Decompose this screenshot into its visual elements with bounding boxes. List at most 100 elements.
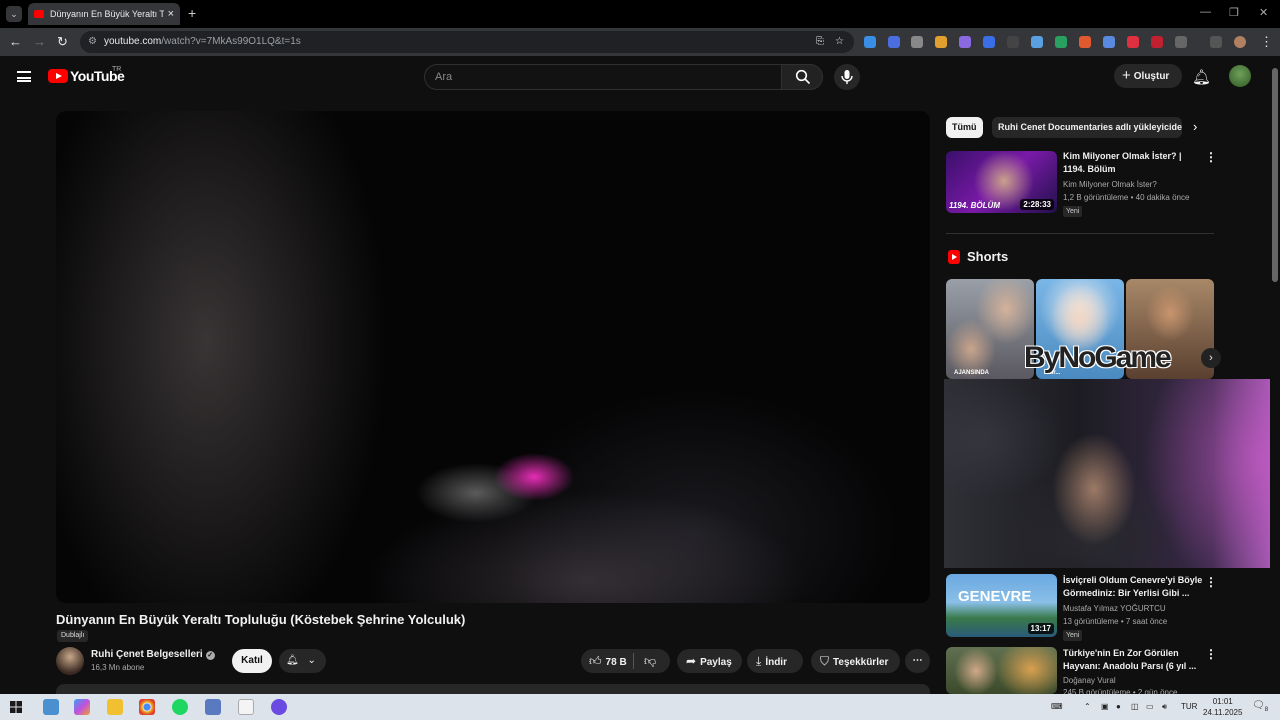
tray-mic-icon[interactable]: ● [1116,702,1121,711]
search-icon [795,69,811,85]
adblock-icon[interactable] [1127,36,1139,48]
taskbar-app-icon[interactable] [43,699,59,715]
video-thumbnail[interactable]: 1194. BÖLÜM 2:28:33 [946,151,1057,213]
chrome-icon[interactable] [139,699,155,715]
scrollbar-thumb[interactable] [1272,68,1278,282]
extension-icon[interactable] [935,36,947,48]
video-thumbnail[interactable] [946,647,1057,694]
extension-icon[interactable] [959,36,971,48]
taskbar-app-icon[interactable] [271,699,287,715]
video-title[interactable]: Türkiye'nin En Zor Görülen Hayvanı: Anad… [1063,647,1203,673]
tray-overflow-icon[interactable]: ⌃ [1084,702,1091,711]
site-info-icon[interactable]: ⚙ [88,31,97,53]
taskbar-app-icon[interactable] [205,699,221,715]
extension-icon[interactable] [1055,36,1067,48]
video-title[interactable]: Kim Milyoner Olmak İster? | 1194. Bölüm [1063,150,1203,176]
windows-start-icon[interactable] [10,701,22,713]
extension-icon[interactable] [1007,36,1019,48]
new-badge: Yeni [1063,630,1083,641]
video-player[interactable] [56,111,930,603]
video-thumbnail[interactable]: GENEVRE 13:17 [946,574,1057,637]
more-vertical-icon[interactable]: ⋮ [1205,575,1217,589]
shorts-logo-icon [948,250,960,264]
account-avatar[interactable] [1229,65,1251,87]
share-label: Paylaş [700,657,732,668]
reload-icon[interactable]: ↻ [57,34,68,50]
browser-menu-icon[interactable]: ⋮ [1260,34,1273,50]
dislike-button[interactable]: 👎︎ [634,649,670,673]
clock-time: 01:01 [1212,697,1233,706]
more-actions-button[interactable]: ⋯ [905,649,930,673]
voice-search-button[interactable] [834,64,860,90]
channel-name[interactable]: Kim Milyoner Olmak İster? [1063,180,1157,189]
extension-icon[interactable] [1103,36,1115,48]
forward-arrow-icon[interactable]: → [33,34,46,49]
download-button[interactable]: ⤓ İndir [747,649,803,673]
more-vertical-icon[interactable]: ⋮ [1205,150,1217,164]
notifications-bell-icon[interactable]: 🔔︎ [1192,68,1211,86]
profile-avatar[interactable] [1234,36,1246,48]
more-vertical-icon[interactable]: ⋮ [1205,647,1217,661]
tray-app-icon[interactable]: ▣ [1101,702,1109,711]
hamburger-menu-icon[interactable] [17,71,31,82]
minimize-button[interactable]: — [1200,6,1211,18]
extensions-puzzle-icon[interactable] [1175,36,1187,48]
extension-icon[interactable] [983,36,995,48]
join-button[interactable]: Katıl [232,649,272,673]
install-app-icon[interactable]: ⎘ [816,31,824,53]
maximize-button[interactable]: ❐ [1229,6,1239,19]
browser-toolbar: ← → ↻ ⚙ youtube.com/watch?v=7MkAs99O1LQ&… [0,28,1280,56]
video-title[interactable]: İsviçreli Oldum Cenevre'yi Böyle Görmedi… [1063,574,1203,600]
input-language[interactable]: TUR [1181,702,1197,711]
browser-tab-active[interactable]: Dünyanın En Büyük Yeraltı Topl × [28,3,180,25]
channel-name[interactable]: Doğanay Vural [1063,676,1116,685]
create-button[interactable]: + Oluştur [1114,64,1182,88]
tab-search-button[interactable]: ⌄ [6,6,22,22]
youtube-logo-icon[interactable] [48,69,68,83]
extension-icon[interactable] [1031,36,1043,48]
bookmark-star-icon[interactable]: ☆ [835,31,844,53]
extension-icon[interactable] [911,36,923,48]
spotify-icon[interactable] [172,699,188,715]
share-button[interactable]: ➦ Paylaş [677,649,742,673]
file-explorer-icon[interactable] [107,699,123,715]
tab-close-icon[interactable]: × [168,8,174,20]
extension-icon[interactable] [1151,36,1163,48]
taskbar-app-icon[interactable] [238,699,254,715]
channel-name[interactable]: Ruhi Çenet Belgeselleri ✓ [91,649,215,660]
extension-shield-icon[interactable] [864,36,876,48]
thanks-button[interactable]: ⛉ Teşekkürler [811,649,900,673]
tray-app-icon[interactable]: ◫ [1131,702,1139,711]
description-box[interactable] [56,684,930,694]
close-window-button[interactable]: ✕ [1259,6,1268,19]
chip-all[interactable]: Tümü [946,117,983,138]
plus-icon: + [1122,67,1131,84]
shorts-next-button[interactable]: › [1201,348,1221,368]
channel-avatar[interactable] [56,647,84,675]
extension-icon[interactable] [888,36,900,48]
like-button[interactable]: 👍︎ 78 B [581,649,641,673]
copilot-icon[interactable] [74,699,90,715]
chevron-right-icon[interactable]: › [1193,119,1197,134]
new-badge: Yeni [1063,206,1083,217]
channel-name[interactable]: Mustafa Yılmaz YOĞURTCU [1063,604,1166,613]
volume-icon[interactable]: 🔊︎ [1162,702,1167,712]
short-thumbnail[interactable]: AJANSINDA [946,279,1034,379]
taskbar-clock[interactable]: 01:01 24.11.2025 [1203,696,1242,718]
search-input[interactable]: Ara [424,64,782,90]
reading-list-icon[interactable] [1210,36,1222,48]
chip-uploader[interactable]: Ruhi Cenet Documentaries adlı yükleyicid… [992,117,1182,138]
notification-count: 8 [1264,707,1269,713]
extension-icon[interactable] [1079,36,1091,48]
address-bar[interactable]: ⚙ youtube.com/watch?v=7MkAs99O1LQ&t=1s ⎘… [80,31,854,53]
more-horizontal-icon: ⋯ [912,655,923,666]
subscriber-count: 16,3 Mn abone [91,663,145,672]
subscription-bell-button[interactable]: 🔔︎ ⌄ [279,649,326,673]
back-arrow-icon[interactable]: ← [9,34,22,49]
search-button[interactable] [781,64,823,90]
keyboard-icon[interactable]: ⌨ [1051,702,1063,711]
network-icon[interactable]: ▭ [1146,702,1154,711]
new-tab-button[interactable]: + [188,5,196,21]
url-path: /watch?v=7MkAs99O1LQ&t=1s [161,36,301,47]
notifications-icon[interactable]: 🗨︎8 [1252,700,1268,713]
